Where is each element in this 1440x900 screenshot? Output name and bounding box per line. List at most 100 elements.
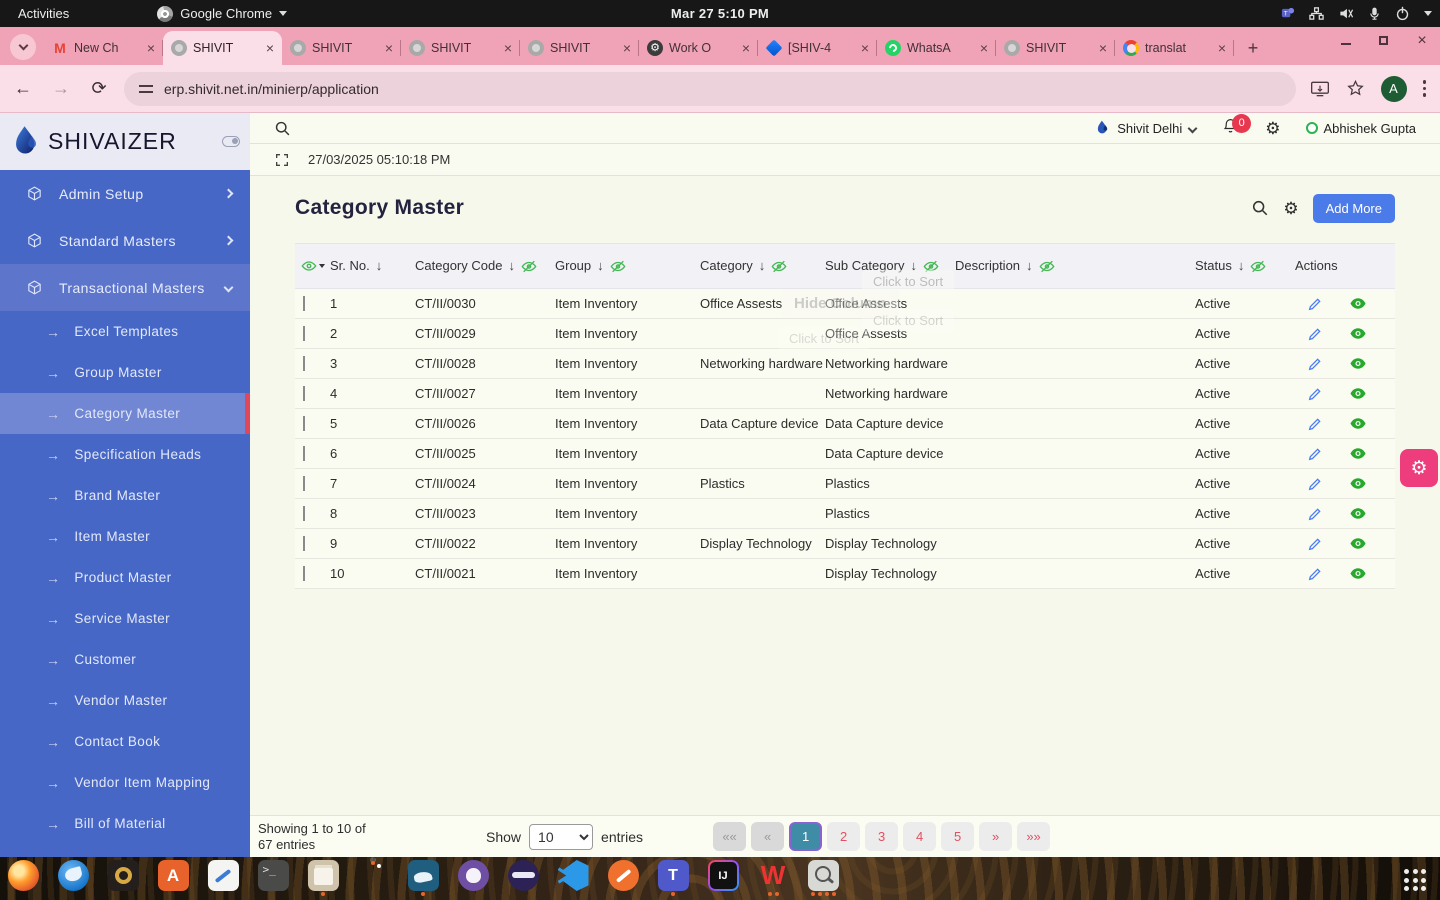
firefox-icon[interactable] [6,860,40,896]
sidebar-item-customer[interactable]: → Customer [0,639,250,680]
tab-shivit-active[interactable]: SHIVIT × [163,31,282,65]
hide-column-icon[interactable] [521,260,537,273]
profile-avatar[interactable]: A [1380,75,1407,102]
system-tray[interactable]: T [1280,6,1432,21]
sort-icon[interactable]: ↓ [1238,258,1245,274]
close-icon[interactable]: × [1099,41,1107,55]
chrome-taskbar-icon[interactable] [356,857,390,865]
view-eye-icon[interactable] [1349,416,1367,431]
sidebar-item-product-master[interactable]: → Product Master [0,557,250,598]
sidebar-group-admin-setup[interactable]: Admin Setup [0,170,250,217]
sidebar-item-vendor-master[interactable]: → Vendor Master [0,680,250,721]
edit-pencil-icon[interactable] [1307,566,1323,582]
settings-gear-icon[interactable]: ⚙ [1265,120,1280,137]
header-category[interactable]: Category ↓ [700,252,825,280]
tab-shivit-3[interactable]: SHIVIT × [401,31,520,65]
sort-icon[interactable]: ↓ [759,258,766,274]
hide-column-icon[interactable] [923,260,939,273]
sidebar-item-service-master[interactable]: → Service Master [0,598,250,639]
header-sr-no[interactable]: Sr. No. ↓ [330,252,415,280]
view-eye-icon[interactable] [1349,506,1367,521]
close-icon[interactable]: × [980,41,988,55]
hide-column-icon[interactable] [771,260,787,273]
view-eye-icon[interactable] [1349,356,1367,371]
header-sub-category[interactable]: Sub Category ↓ [825,252,955,280]
sort-icon[interactable]: ↓ [508,258,515,274]
table-row[interactable]: 9 CT/II/0022 Item Inventory Display Tech… [295,529,1395,559]
close-icon[interactable]: × [385,41,393,55]
org-selector[interactable]: Shivit Delhi [1096,120,1198,136]
screenshot-tool-icon[interactable] [806,860,840,896]
table-settings-icon[interactable]: ⚙ [1283,200,1298,217]
hide-column-icon[interactable] [610,260,626,273]
table-row[interactable]: 2 CT/II/0029 Item Inventory Office Asses… [295,319,1395,349]
header-group[interactable]: Group ↓ [555,252,700,280]
new-tab-button[interactable]: + [1240,35,1266,61]
floating-settings-button[interactable]: ⚙ [1400,449,1438,487]
sort-icon[interactable]: ↓ [911,258,918,274]
sidebar-toggle[interactable] [222,136,240,147]
edit-pencil-icon[interactable] [1307,356,1323,372]
page-button-3[interactable]: 3 [865,822,899,851]
user-menu[interactable]: Abhishek Gupta [1306,121,1416,136]
sidebar-item-specification-heads[interactable]: → Specification Heads [0,434,250,475]
edit-pencil-icon[interactable] [1307,536,1323,552]
table-row[interactable]: 5 CT/II/0026 Item Inventory Data Capture… [295,409,1395,439]
table-row[interactable]: 1 CT/II/0030 Item Inventory Office Asses… [295,289,1395,319]
row-checkbox[interactable] [303,476,305,491]
restore-button[interactable] [1378,35,1390,47]
github-desktop-icon[interactable] [456,860,490,896]
files-icon[interactable] [306,860,340,896]
sort-icon[interactable]: ↓ [376,258,383,274]
header-category-code[interactable]: Category Code ↓ [415,252,555,280]
tab-jira[interactable]: [SHIV-4 × [758,31,877,65]
notifications-button[interactable]: 0 [1222,113,1252,140]
reload-button[interactable]: ⟳ [84,74,114,104]
page-button-4[interactable]: 4 [903,822,937,851]
close-icon[interactable]: × [1218,41,1226,55]
address-bar[interactable]: erp.shivit.net.in/minierp/application [124,71,1296,106]
next-page-button[interactable]: » [979,822,1013,851]
close-window-button[interactable]: × [1416,33,1428,49]
table-row[interactable]: 7 CT/II/0024 Item Inventory Plastics Pla… [295,469,1395,499]
edit-pencil-icon[interactable] [1307,506,1323,522]
sidebar-item-excel-templates[interactable]: → Excel Templates [0,311,250,352]
thunderbird-icon[interactable] [56,860,90,896]
table-row[interactable]: 4 CT/II/0027 Item Inventory Networking h… [295,379,1395,409]
table-row[interactable]: 8 CT/II/0023 Item Inventory Plastics Act… [295,499,1395,529]
row-checkbox[interactable] [303,446,305,461]
page-button-5[interactable]: 5 [941,822,975,851]
app-menu[interactable]: Google Chrome [147,5,297,22]
oracle-tool-icon[interactable] [606,860,640,896]
sidebar-group-transactional-masters[interactable]: Transactional Masters [0,264,250,311]
install-app-icon[interactable] [1310,80,1330,98]
table-row[interactable]: 6 CT/II/0025 Item Inventory Data Capture… [295,439,1395,469]
column-visibility-control[interactable] [301,254,330,278]
intellij-idea-icon[interactable] [706,860,740,896]
site-settings-icon[interactable] [138,81,154,97]
view-eye-icon[interactable] [1349,566,1367,581]
view-eye-icon[interactable] [1349,326,1367,341]
view-eye-icon[interactable] [1349,536,1367,551]
row-checkbox[interactable] [303,536,305,551]
sidebar-item-category-master[interactable]: → Category Master [0,393,250,434]
row-checkbox[interactable] [303,296,305,311]
sidebar-item-item-master[interactable]: → Item Master [0,516,250,557]
teams-icon[interactable] [656,860,690,896]
tab-shivit-2[interactable]: SHIVIT × [282,31,401,65]
view-eye-icon[interactable] [1349,386,1367,401]
mysql-workbench-icon[interactable] [406,860,440,896]
sidebar-item-vendor-item-mapping[interactable]: → Vendor Item Mapping [0,762,250,803]
forward-button[interactable]: → [46,74,76,104]
edit-pencil-icon[interactable] [1307,326,1323,342]
edit-pencil-icon[interactable] [1307,476,1323,492]
first-page-button[interactable]: «« [713,822,747,851]
row-checkbox[interactable] [303,566,305,581]
back-button[interactable]: ← [8,74,38,104]
app-grid-icon[interactable] [1404,869,1426,891]
sort-icon[interactable]: ↓ [597,258,604,274]
tab-new-chat[interactable]: M New Ch × [44,31,163,65]
close-icon[interactable]: × [147,41,155,55]
tab-shivit-5[interactable]: SHIVIT × [996,31,1115,65]
close-icon[interactable]: × [504,41,512,55]
